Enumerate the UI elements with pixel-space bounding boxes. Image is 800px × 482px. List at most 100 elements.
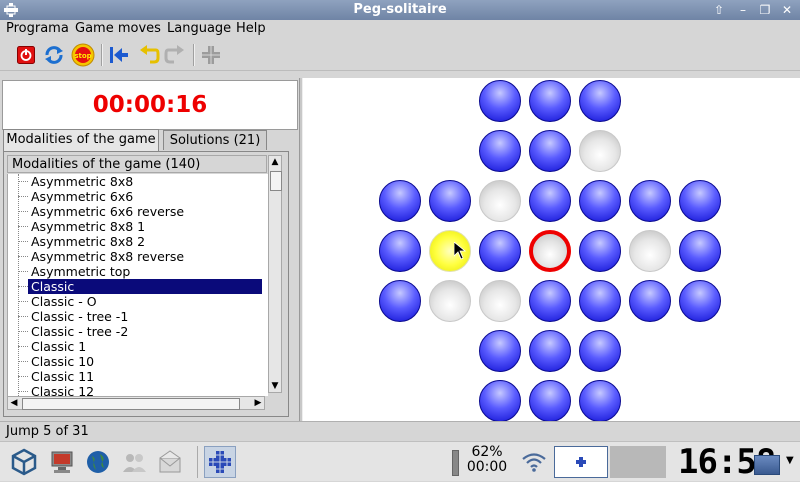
empty-hole[interactable] [629, 230, 671, 272]
show-desktop-icon[interactable] [754, 455, 780, 475]
taskbar: 62% 00:00 16:58 ▼ [0, 441, 800, 481]
peg[interactable] [379, 280, 421, 322]
list-item[interactable]: Classic - tree -2 [28, 324, 262, 339]
desktop-icon[interactable] [610, 446, 666, 478]
empty-hole[interactable] [479, 180, 521, 222]
peg[interactable] [529, 380, 571, 422]
list-item[interactable]: Asymmetric top [28, 264, 262, 279]
minimize-icon[interactable]: – [734, 2, 752, 18]
scroll-right-icon[interactable]: ▶ [252, 397, 264, 409]
toolbar: stop [0, 40, 800, 71]
menu-arrow-icon[interactable]: ▼ [786, 455, 794, 466]
list-item[interactable]: Classic - tree -1 [28, 309, 262, 324]
peg[interactable] [679, 230, 721, 272]
peg[interactable] [579, 380, 621, 422]
cube-icon[interactable] [8, 446, 40, 478]
status-bar: Jump 5 of 31 [0, 421, 800, 442]
peg[interactable] [379, 230, 421, 272]
peg[interactable] [379, 180, 421, 222]
list-item[interactable]: Asymmetric 8x8 1 [28, 219, 262, 234]
peg[interactable] [579, 180, 621, 222]
menu-help[interactable]: Help [236, 21, 266, 36]
list-item[interactable]: Asymmetric 6x6 reverse [28, 204, 262, 219]
power-icon[interactable] [14, 43, 38, 67]
peg[interactable] [479, 380, 521, 422]
status-text: Jump 5 of 31 [6, 424, 89, 439]
mail-icon[interactable] [154, 446, 186, 478]
peg-solitaire-task-icon[interactable] [204, 446, 236, 478]
menu-bar: Programa Game moves Language Help [0, 20, 800, 40]
monitor-icon[interactable] [46, 446, 78, 478]
peg[interactable] [629, 280, 671, 322]
peg[interactable] [429, 180, 471, 222]
peg[interactable] [679, 180, 721, 222]
peg[interactable] [579, 230, 621, 272]
peg[interactable] [579, 80, 621, 122]
list-item[interactable]: Asymmetric 6x6 [28, 189, 262, 204]
list-item[interactable]: Asymmetric 8x8 reverse [28, 249, 262, 264]
scroll-up-icon[interactable]: ▲ [269, 156, 281, 168]
list-item[interactable]: Classic 12 [28, 384, 262, 396]
list-item[interactable]: Classic [28, 279, 262, 294]
title-bar: Peg-solitaire ⇧ – ❐ ✕ [0, 0, 800, 20]
modalities-list-panel: Modalities of the game (140) Asymmetric … [3, 151, 289, 417]
battery-icon [452, 450, 459, 476]
peg[interactable] [529, 80, 571, 122]
users-icon[interactable] [118, 446, 150, 478]
peg[interactable] [679, 280, 721, 322]
close-icon[interactable]: ✕ [778, 2, 796, 18]
empty-hole[interactable] [429, 280, 471, 322]
redo-icon[interactable] [163, 43, 187, 67]
target-hole[interactable] [529, 230, 571, 272]
tab-solutions[interactable]: Solutions (21) [163, 130, 267, 150]
restore-icon[interactable]: ❐ [756, 2, 774, 18]
back-to-start-icon[interactable] [107, 43, 131, 67]
peg[interactable] [479, 330, 521, 372]
menu-game-moves[interactable]: Game moves [75, 21, 161, 36]
modalities-list[interactable]: Asymmetric 8x8 Asymmetric 6x6 Asymmetric 6… [7, 174, 268, 396]
vertical-scrollbar[interactable]: ▲ ▼ [268, 155, 282, 393]
scroll-thumb[interactable] [270, 171, 282, 191]
up-arrow-icon[interactable]: ⇧ [710, 2, 728, 18]
window-title: Peg-solitaire [353, 2, 447, 17]
list-item[interactable]: Classic 11 [28, 369, 262, 384]
list-item[interactable]: Classic - O [28, 294, 262, 309]
peg[interactable] [529, 330, 571, 372]
list-header[interactable]: Modalities of the game (140) [7, 155, 267, 173]
left-panel: 00:00:16 Modalities of the game Solution… [0, 78, 299, 421]
refresh-icon[interactable] [42, 43, 66, 67]
horizontal-scrollbar[interactable]: ◀ ▶ [7, 396, 265, 410]
list-item[interactable]: Classic 1 [28, 339, 262, 354]
wifi-icon[interactable] [518, 446, 550, 478]
hscroll-thumb[interactable] [22, 398, 240, 410]
peg[interactable] [579, 330, 621, 372]
peg[interactable] [629, 180, 671, 222]
menu-language[interactable]: Language [167, 21, 231, 36]
peg[interactable] [529, 130, 571, 172]
peg[interactable] [479, 230, 521, 272]
menu-programa[interactable]: Programa [6, 21, 69, 36]
empty-hole[interactable] [579, 130, 621, 172]
board-icon[interactable] [199, 43, 223, 67]
game-board[interactable] [303, 78, 800, 422]
battery-percent: 62% [471, 444, 503, 460]
peg[interactable] [479, 130, 521, 172]
peg[interactable] [529, 280, 571, 322]
undo-icon[interactable] [137, 43, 161, 67]
battery-time: 00:00 [466, 459, 508, 475]
tab-modalities[interactable]: Modalities of the game [3, 129, 159, 151]
empty-hole[interactable] [479, 280, 521, 322]
list-item[interactable]: Asymmetric 8x8 2 [28, 234, 262, 249]
list-item[interactable]: Asymmetric 8x8 [28, 174, 262, 189]
window-preview-icon[interactable] [554, 446, 608, 478]
scroll-left-icon[interactable]: ◀ [8, 397, 20, 409]
mouse-cursor-icon [453, 241, 467, 260]
peg[interactable] [529, 180, 571, 222]
stop-icon[interactable]: stop [71, 43, 95, 67]
list-item[interactable]: Classic 10 [28, 354, 262, 369]
peg[interactable] [479, 80, 521, 122]
globe-icon[interactable] [82, 446, 114, 478]
peg[interactable] [579, 280, 621, 322]
scroll-down-icon[interactable]: ▼ [269, 380, 281, 392]
panel-splitter[interactable] [299, 78, 303, 421]
